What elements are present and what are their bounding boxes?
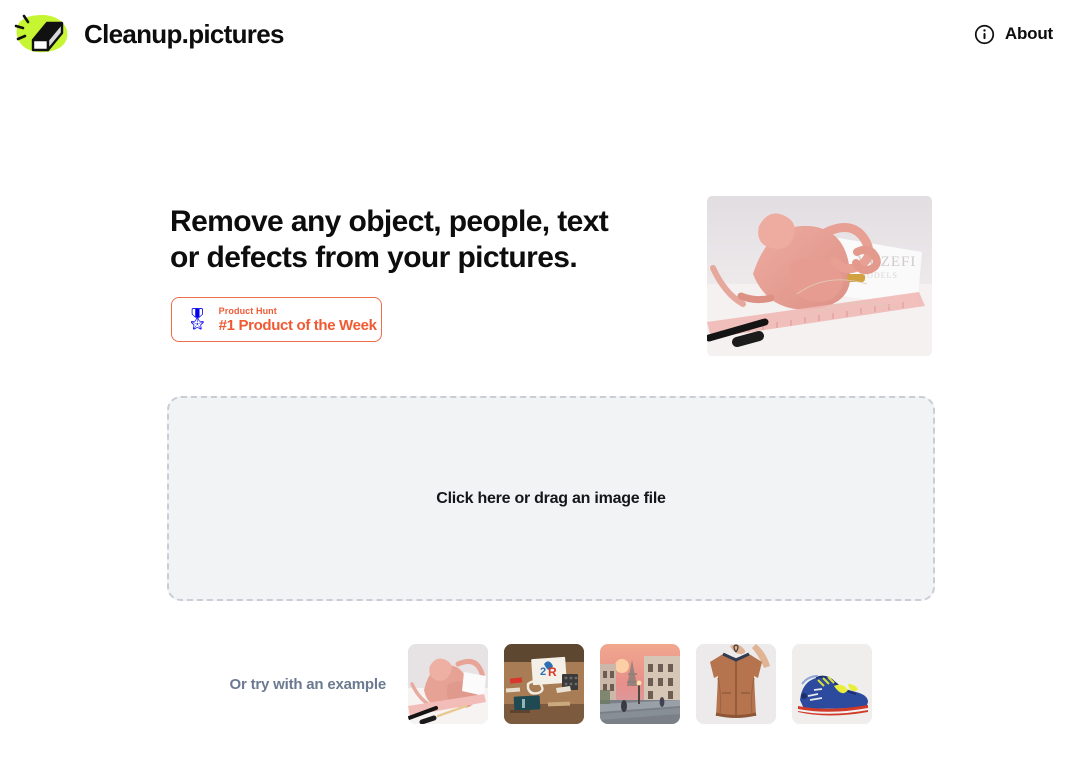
- product-hunt-badge[interactable]: 🎖 Product Hunt #1 Product of the Week: [171, 297, 382, 342]
- brand-name: Cleanup.pictures: [84, 18, 284, 49]
- page-header: Cleanup.pictures About: [0, 0, 1077, 68]
- headline-line-2: or defects from your pictures.: [170, 241, 578, 274]
- medal-emoji-icon: 🎖: [184, 308, 211, 331]
- product-hunt-badge-text: Product Hunt #1 Product of the Week: [219, 306, 377, 334]
- hero-copy: Remove any object, people, text or defec…: [170, 204, 670, 276]
- example-pink-bag[interactable]: [408, 644, 488, 724]
- info-circle-icon: [974, 24, 995, 45]
- dropzone-label: Click here or drag an image file: [436, 489, 666, 507]
- svg-text:2: 2: [540, 666, 546, 678]
- examples-section: Or try with an example R 2: [167, 643, 935, 725]
- about-link[interactable]: About: [974, 24, 1053, 45]
- example-desk-papers[interactable]: R 2: [504, 644, 584, 724]
- example-thumbnail-list: R 2: [408, 644, 872, 724]
- page-title: Remove any object, people, text or defec…: [170, 204, 670, 276]
- hero-image: YUZEFI MODELS: [707, 196, 932, 356]
- about-label: About: [1004, 24, 1053, 43]
- brand-logo-link[interactable]: Cleanup.pictures: [12, 8, 284, 60]
- example-paris-street[interactable]: [600, 644, 680, 724]
- image-dropzone[interactable]: Click here or drag an image file: [167, 396, 935, 601]
- hero-section: Remove any object, people, text or defec…: [170, 196, 932, 356]
- example-brown-jacket[interactable]: [696, 644, 776, 724]
- eraser-logo-icon: [12, 8, 74, 60]
- product-hunt-kicker: Product Hunt: [218, 305, 277, 316]
- svg-text:R: R: [548, 665, 557, 679]
- examples-label: Or try with an example: [229, 675, 387, 693]
- example-blue-sneaker[interactable]: [792, 644, 872, 724]
- headline-line-1: Remove any object, people, text: [170, 205, 609, 238]
- product-hunt-title: #1 Product of the Week: [218, 316, 377, 334]
